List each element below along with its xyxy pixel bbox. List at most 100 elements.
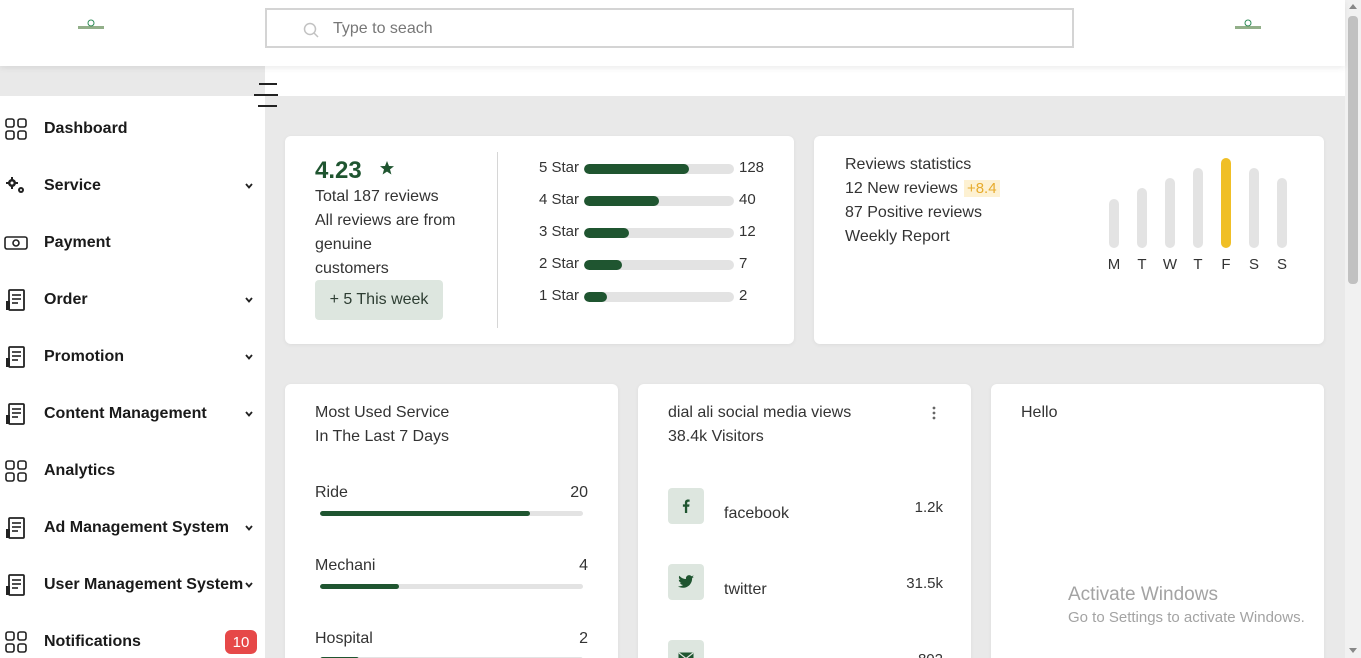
service-value: 20 (570, 484, 588, 501)
chevron-down-icon[interactable] (243, 180, 255, 192)
sidebar-item-order[interactable]: Order (0, 280, 265, 320)
day-label: W (1162, 256, 1178, 273)
day-label: T (1137, 256, 1147, 273)
grid-icon (4, 117, 28, 141)
top-header (0, 0, 1345, 66)
sidebar-item-dashboard[interactable]: Dashboard (0, 109, 265, 149)
service-name: Hospital (315, 630, 373, 647)
star-label: 4 Star (539, 191, 580, 208)
more-options-icon[interactable] (931, 405, 937, 421)
weekly-bar (1221, 158, 1231, 248)
social-media-views-card: dial ali social media views 38.4k Visito… (638, 384, 971, 658)
star-breakdown-row: 2 Star 7 (539, 255, 779, 275)
reviews-statistics-card: Reviews statistics 12 New reviews +8.4 87… (814, 136, 1324, 344)
rating-description: genuine (315, 236, 372, 253)
facebook-icon (668, 488, 704, 524)
progress-fill (584, 228, 629, 238)
scroll-down-arrow-icon[interactable] (1349, 648, 1357, 653)
star-label: 1 Star (539, 287, 580, 304)
sidebar-item-label: Content Management (44, 405, 207, 422)
search-input[interactable] (333, 18, 1033, 40)
sidebar-item-user-management[interactable]: User Management System (0, 565, 265, 605)
weekly-bar (1109, 198, 1119, 248)
service-name: Ride (315, 484, 348, 501)
sidebar-header-strip (0, 66, 265, 96)
weekly-report-label: Weekly Report (845, 228, 950, 245)
sidebar-item-payment[interactable]: Payment (0, 223, 265, 263)
star-label: 2 Star (539, 255, 580, 272)
star-label: 3 Star (539, 223, 580, 240)
star-count: 12 (739, 223, 756, 240)
weekly-bar (1193, 167, 1203, 248)
card-title: dial ali social media views (668, 404, 852, 421)
progress-track (320, 511, 583, 516)
sidebar-item-content-management[interactable]: Content Management (0, 394, 265, 434)
receipt-icon (4, 402, 28, 426)
chevron-down-icon[interactable] (243, 522, 255, 534)
progress-track (320, 584, 583, 589)
sidebar-item-promotion[interactable]: Promotion (0, 337, 265, 377)
new-reviews: 12 New reviews (845, 180, 958, 197)
progress-track (584, 292, 734, 302)
sidebar-item-label: User Management System (44, 576, 244, 593)
social-value: 1.2k (914, 499, 943, 516)
sidebar-item-label: Dashboard (44, 120, 128, 137)
receipt-icon (4, 288, 28, 312)
progress-fill (320, 584, 399, 589)
social-row-twitter[interactable]: twitter 31.5k (668, 564, 943, 604)
sidebar-item-label: Analytics (44, 462, 116, 479)
sidebar-item-service[interactable]: Service (0, 166, 265, 206)
chevron-down-icon[interactable] (243, 408, 255, 420)
social-value: 31.5k (906, 575, 943, 592)
page-scrollbar[interactable] (1345, 0, 1361, 658)
card-title: Most Used Service (315, 404, 450, 421)
gears-icon (4, 174, 28, 198)
sidebar-item-notifications[interactable]: Notifications 10 (0, 622, 265, 658)
star-count: 128 (739, 159, 765, 176)
progress-fill (584, 260, 622, 270)
service-value: 4 (579, 557, 588, 574)
social-row-facebook[interactable]: facebook 1.2k (668, 488, 943, 528)
profile-logo[interactable] (1234, 19, 1262, 31)
sidebar: Dashboard Service Payment Order Promotio… (0, 96, 265, 658)
scrollbar-thumb[interactable] (1348, 16, 1358, 284)
day-label: S (1276, 256, 1287, 273)
sidebar-item-ad-management[interactable]: Ad Management System (0, 508, 265, 548)
service-name: Mechani (315, 557, 376, 574)
grid-icon (4, 459, 28, 483)
weekly-bar-chart: M T W T F S S (1099, 158, 1299, 278)
social-row-mail[interactable]: 802 (668, 640, 943, 658)
divider (497, 152, 498, 328)
chevron-down-icon[interactable] (243, 294, 255, 306)
social-name: twitter (724, 581, 767, 598)
delta-badge: +8.4 (963, 180, 1000, 197)
scroll-up-arrow-icon[interactable] (1349, 4, 1357, 9)
sidebar-item-label: Service (44, 177, 101, 194)
this-week-badge: + 5 This week (315, 280, 443, 320)
day-label: T (1193, 256, 1203, 273)
star-count: 40 (739, 191, 756, 208)
chevron-down-icon[interactable] (243, 579, 255, 591)
social-name: facebook (724, 505, 789, 522)
menu-toggle-icon[interactable] (254, 82, 278, 108)
rating-description: customers (315, 260, 389, 277)
most-used-service-card: Most Used Service In The Last 7 Days Rid… (285, 384, 618, 658)
chevron-down-icon[interactable] (243, 351, 255, 363)
sidebar-item-analytics[interactable]: Analytics (0, 451, 265, 491)
twitter-icon (668, 564, 704, 600)
progress-track (584, 164, 734, 174)
progress-fill (584, 292, 607, 302)
total-reviews: Total 187 reviews (315, 188, 439, 205)
service-row: Ride 20 (315, 484, 588, 524)
weekly-bar (1277, 177, 1287, 248)
receipt-icon (4, 573, 28, 597)
star-label: 5 Star (539, 159, 580, 176)
day-label: F (1221, 256, 1231, 273)
service-row: Mechani 4 (315, 557, 588, 597)
brand-logo[interactable] (77, 19, 105, 31)
activate-windows-title: Activate Windows (1068, 584, 1218, 605)
search-box[interactable] (265, 8, 1074, 48)
main-content: 4.23 Total 187 reviews All reviews are f… (265, 96, 1345, 658)
star-breakdown-row: 1 Star 2 (539, 287, 779, 307)
weekly-bar (1137, 187, 1147, 248)
